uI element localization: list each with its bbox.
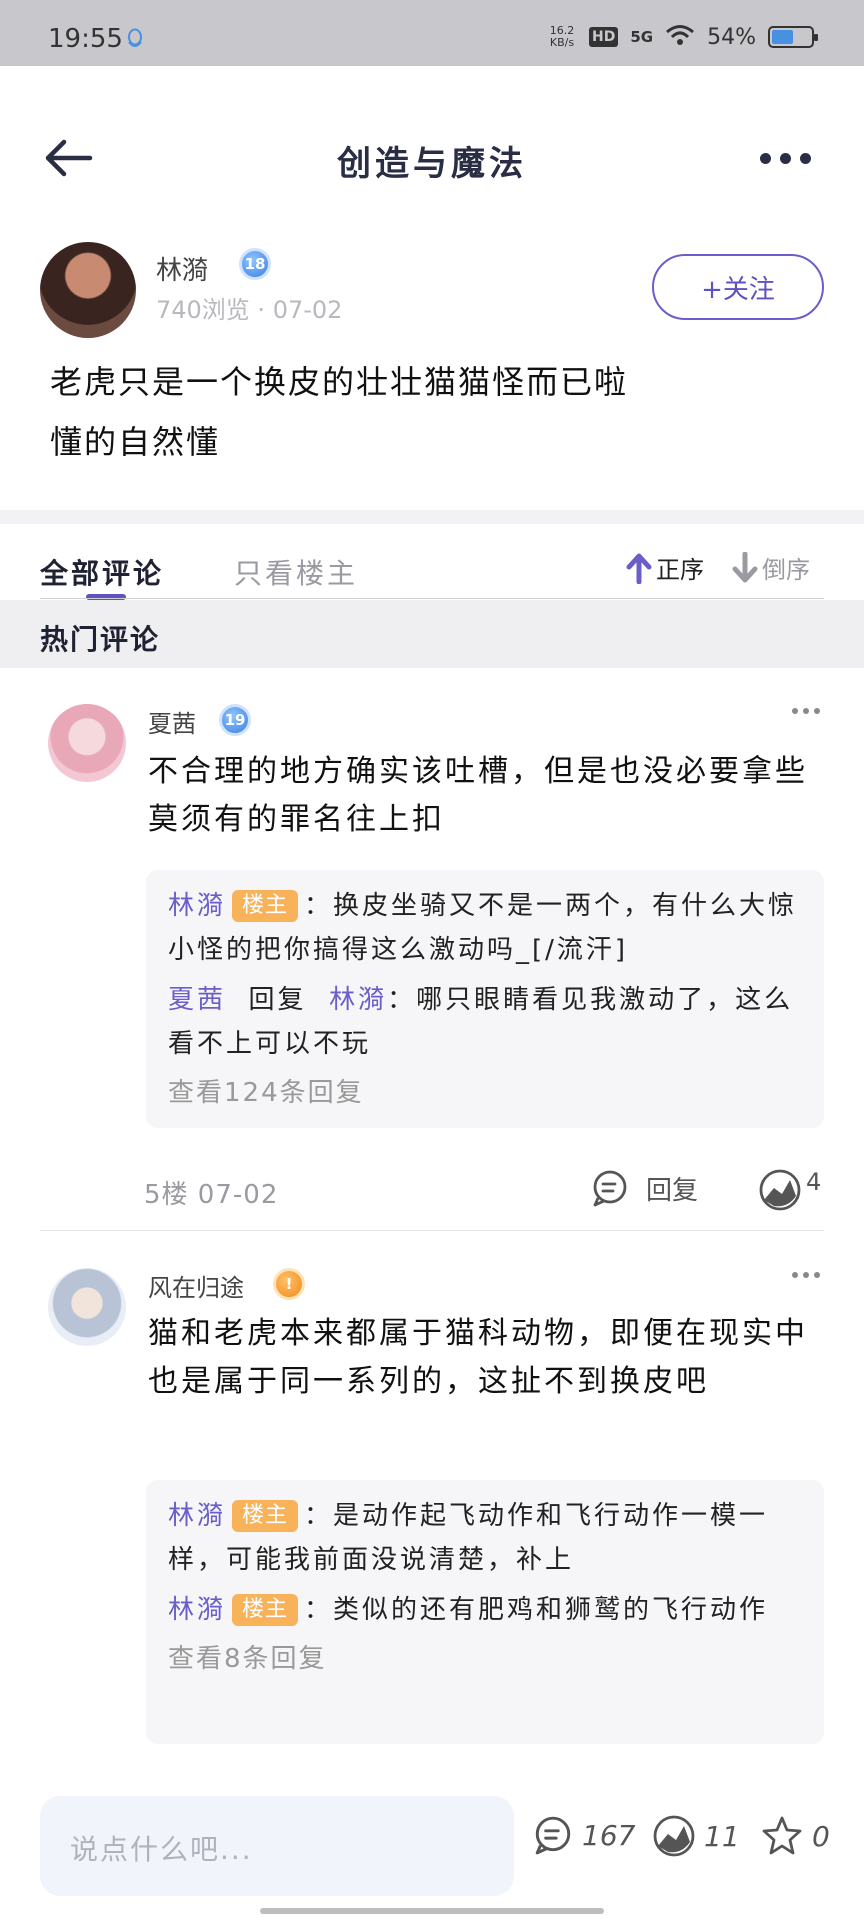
- post-like-button[interactable]: 11: [652, 1814, 740, 1858]
- like-button[interactable]: 4: [758, 1168, 821, 1212]
- owner-tag: 楼主: [232, 1594, 299, 1626]
- reply-text: 类似的还有肥鸡和狮鹫的飞行动作: [333, 1595, 769, 1625]
- post-like-count: 11: [704, 1819, 740, 1853]
- post-text-line: 老虎只是一个换皮的壮壮猫猫怪而已啦: [50, 363, 629, 401]
- comment-input[interactable]: 说点什么吧...: [40, 1796, 514, 1896]
- reply-word: 回复: [248, 985, 307, 1015]
- comment-more-button[interactable]: [792, 1272, 820, 1278]
- reply-author[interactable]: 林漪: [168, 1595, 226, 1625]
- level-badge: 19: [214, 700, 256, 740]
- reply-author[interactable]: 夏茜: [168, 985, 226, 1015]
- reply-author[interactable]: 林漪: [168, 891, 226, 921]
- hd-badge: HD: [589, 27, 619, 47]
- hot-comments-label: 热门评论: [40, 623, 161, 656]
- comment-footer: 5楼 07-02 回复 4: [0, 1162, 864, 1222]
- reply-box[interactable]: 林漪 楼主 ：是动作起飞动作和飞行动作一模一样，可能我前面没说清楚，补上 林漪 楼主：…: [146, 1480, 824, 1744]
- comment-icon: [535, 1816, 571, 1855]
- status-bar: 19:55 16.2 KB/s HD 5G 54%: [0, 0, 864, 66]
- comment-text: 不合理的地方确实该吐槽，但是也没必要拿些莫须有的罪名往上扣: [148, 754, 808, 837]
- commenter-name[interactable]: 风在归途: [148, 1268, 244, 1303]
- sort-asc-label: 正序: [656, 556, 704, 584]
- post-author: 林漪 18 740浏览 · 07-02 +关注: [0, 238, 864, 348]
- reply-label: 回复: [646, 1175, 699, 1206]
- like-icon: [759, 1169, 801, 1211]
- more-options-button[interactable]: [760, 146, 816, 170]
- reply-author[interactable]: 林漪: [168, 1501, 226, 1531]
- comment-text: 猫和老虎本来都属于猫科动物，即便在现实中也是属于同一系列的，这扯不到换皮吧: [148, 1316, 808, 1399]
- reply-item: 夏茜 回复 林漪：哪只眼睛看见我激动了，这么看不上可以不玩: [168, 985, 794, 1059]
- post-meta: 740浏览 · 07-02: [156, 296, 343, 324]
- post-text-line: 懂的自然懂: [50, 423, 221, 461]
- view-more-replies[interactable]: 查看124条回复: [168, 1072, 802, 1109]
- network-type: 5G: [630, 28, 654, 46]
- comment-item: 夏茜 19 不合理的地方确实该吐槽，但是也没必要拿些莫须有的罪名往上扣 林漪 楼主…: [0, 668, 864, 1228]
- like-icon: [653, 1815, 695, 1857]
- comments-count-button[interactable]: 167: [532, 1814, 635, 1856]
- sort-asc-button[interactable]: 正序: [626, 550, 704, 585]
- star-icon: [762, 1816, 802, 1855]
- avatar[interactable]: [48, 704, 126, 782]
- like-count: 4: [806, 1168, 822, 1196]
- commenter-name[interactable]: 夏茜: [148, 704, 196, 739]
- sort-desc-button[interactable]: 倒序: [732, 550, 810, 585]
- tab-owner-only[interactable]: 只看楼主: [234, 552, 358, 592]
- reply-box[interactable]: 林漪 楼主 ：换皮坐骑又不是一两个，有什么大惊小怪的把你搞得这么激动吗_[/流汗] …: [146, 870, 824, 1128]
- follow-button[interactable]: +关注: [652, 254, 824, 320]
- tabs-divider: [40, 598, 824, 599]
- avatar[interactable]: [40, 242, 136, 338]
- battery-icon: [768, 26, 818, 48]
- hot-comments-header: 热门评论: [0, 600, 864, 668]
- more-icon: [792, 708, 798, 714]
- network-speed: 16.2 KB/s: [549, 24, 575, 49]
- post-content: 老虎只是一个换皮的壮壮猫猫怪而已啦 懂的自然懂: [50, 352, 770, 472]
- more-icon: [760, 152, 771, 164]
- level-badge: 18: [234, 244, 276, 284]
- reply-item: 林漪 楼主 ：换皮坐骑又不是一两个，有什么大惊小怪的把你搞得这么激动吗_[/流汗]: [168, 890, 798, 965]
- comment-item: 风在归途 ! 猫和老虎本来都属于猫科动物，即便在现实中也是属于同一系列的，这扯不…: [0, 1232, 864, 1752]
- section-divider: [0, 510, 864, 524]
- owner-tag: 楼主: [232, 1500, 299, 1532]
- comments-count: 167: [582, 1818, 636, 1852]
- page-title: 创造与魔法: [337, 144, 527, 184]
- comment-divider: [40, 1230, 824, 1231]
- author-name[interactable]: 林漪: [156, 250, 208, 287]
- reply-item: 林漪 楼主 ：是动作起飞动作和飞行动作一模一样，可能我前面没说清楚，补上: [168, 1500, 769, 1575]
- view-more-replies[interactable]: 查看8条回复: [168, 1638, 802, 1675]
- comment-tabs: 全部评论 只看楼主 正序 倒序: [0, 524, 864, 600]
- favorite-button[interactable]: 0: [760, 1814, 830, 1858]
- arrow-down-icon: [732, 551, 758, 582]
- favorite-count: 0: [812, 1819, 830, 1853]
- level-badge: !: [268, 1264, 310, 1304]
- title-bar: 创造与魔法: [0, 66, 864, 246]
- comment-more-button[interactable]: [792, 708, 820, 714]
- home-indicator[interactable]: [260, 1908, 604, 1914]
- avatar[interactable]: [48, 1268, 126, 1346]
- bottom-bar: 说点什么吧... 167 11 0: [0, 1790, 864, 1920]
- status-time: 19:55: [48, 24, 123, 54]
- sort-desc-label: 倒序: [762, 556, 810, 584]
- comment-input-placeholder: 说点什么吧...: [70, 1833, 253, 1866]
- qq-icon: [126, 28, 144, 54]
- wifi-icon: [665, 24, 695, 50]
- arrow-up-icon: [626, 553, 652, 584]
- reply-target[interactable]: 林漪: [329, 985, 387, 1015]
- reply-item: 林漪 楼主 ：类似的还有肥鸡和狮鹫的飞行动作: [168, 1594, 769, 1626]
- tab-all-comments[interactable]: 全部评论: [40, 552, 164, 592]
- owner-tag: 楼主: [232, 890, 299, 922]
- floor-date: 5楼 07-02: [144, 1180, 279, 1210]
- reply-button[interactable]: 回复: [590, 1168, 698, 1208]
- battery-percent: 54%: [707, 24, 756, 50]
- comment-icon: [593, 1170, 627, 1207]
- more-icon: [792, 1272, 798, 1278]
